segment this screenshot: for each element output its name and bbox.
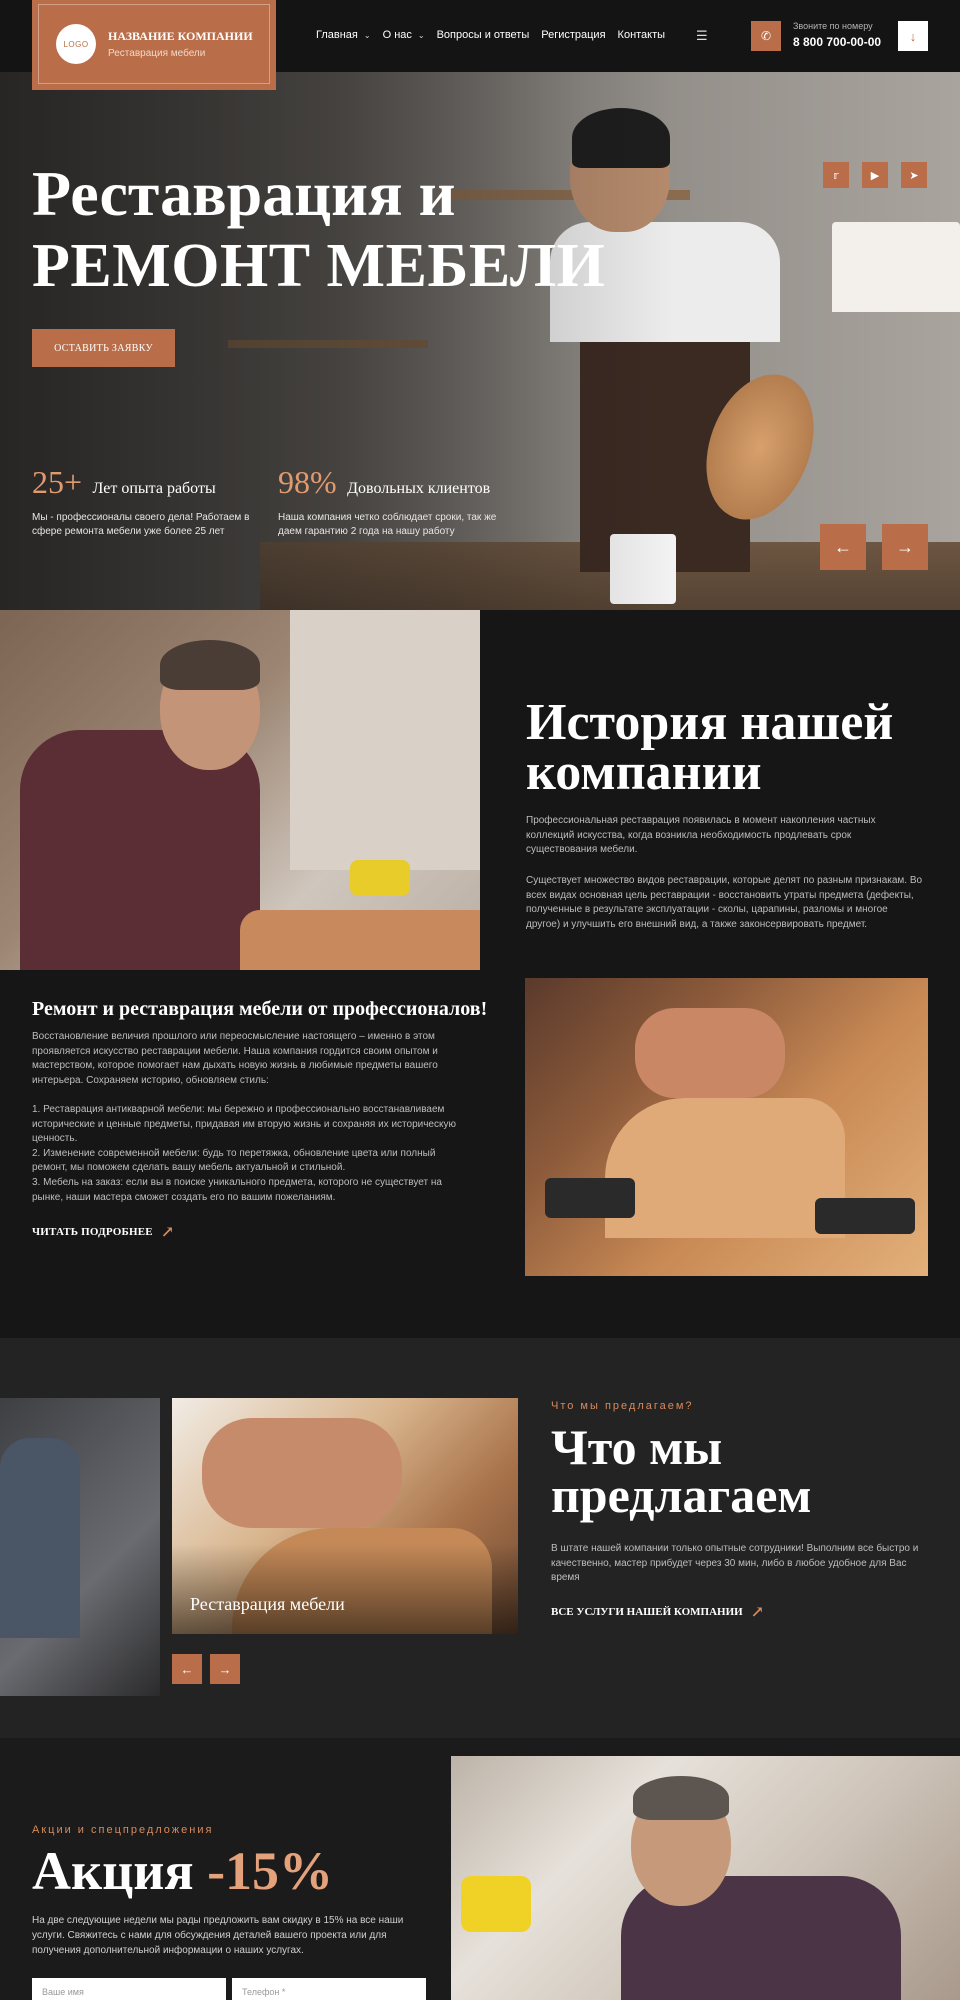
company-subtitle: Реставрация мебели <box>108 48 206 59</box>
hero-title: Реставрация и РЕМОНТ МЕБЕЛИ <box>32 158 605 302</box>
clamp-tool <box>815 1198 915 1234</box>
nav-item-about[interactable]: О нас ⌄ <box>383 29 425 41</box>
all-services-link[interactable]: ВСЕ УСЛУГИ НАШЕЙ КОМПАНИИ ↗ <box>551 1602 764 1622</box>
tool-board <box>290 610 480 870</box>
read-more-label: ЧИТАТЬ ПОДРОБНЕЕ <box>32 1226 153 1238</box>
phone-label: Звоните по номеру <box>793 21 873 31</box>
stat-label: Довольных клиентов <box>347 480 491 497</box>
services-eyebrow: Что мы предлагаем? <box>551 1400 694 1412</box>
clamp-tool <box>545 1178 635 1218</box>
nav-item-home[interactable]: Главная ⌄ <box>316 29 371 41</box>
stat-label: Лет опыта работы <box>92 480 216 497</box>
services-title: Что мы предлагаем <box>551 1419 812 1523</box>
promo-title-word: Акция <box>32 1841 194 1901</box>
stat-clients: 98% Довольных клиентов Наша компания чет… <box>278 464 508 539</box>
phone-icon[interactable]: ✆ <box>751 21 781 51</box>
hero-title-line2: РЕМОНТ МЕБЕЛИ <box>32 232 606 300</box>
services-prev-button[interactable]: ← <box>172 1654 202 1684</box>
smiling-craftsman-photo <box>451 1756 960 2000</box>
stat-description: Наша компания четко соблюдает сроки, так… <box>278 512 497 537</box>
service-card-overlay <box>172 1544 518 1634</box>
nav-label: Вопросы и ответы <box>436 29 530 41</box>
promo-title: Акция -15% <box>32 1840 333 1902</box>
promo-discount: -15% <box>207 1841 334 1901</box>
site-header: LOGO НАЗВАНИЕ КОМПАНИИ Реставрация мебел… <box>0 0 960 90</box>
services-description: В штате нашей компании только опытные со… <box>551 1543 919 1583</box>
name-field[interactable]: Ваше имя <box>32 1978 226 2000</box>
request-button[interactable]: ОСТАВИТЬ ЗАЯВКУ <box>32 329 175 367</box>
craftsman-hair <box>633 1776 729 1820</box>
history-section: История нашей компании Профессиональная … <box>0 610 960 1338</box>
power-tool <box>461 1876 531 1932</box>
phone-field[interactable]: Телефон * <box>232 1978 426 2000</box>
service-photo-figure <box>0 1438 80 1638</box>
service-card-label: Реставрация мебели <box>190 1594 345 1614</box>
nav-item-register[interactable]: Регистрация <box>541 29 605 41</box>
hands-with-plane <box>635 1008 785 1098</box>
history-title: История нашей компании <box>526 694 894 801</box>
section-body: Восстановление величия прошлого или пере… <box>32 1031 456 1203</box>
craftsman-photo <box>0 610 480 970</box>
nav-label: О нас <box>382 29 412 41</box>
promo-eyebrow: Акции и спецпредложения <box>32 1824 214 1836</box>
chevron-down-icon: ⌄ <box>363 30 371 40</box>
history-title-line2: компании <box>526 744 762 801</box>
power-tool <box>350 860 410 896</box>
services-section: Реставрация мебели ← → Что мы предлагаем… <box>0 1338 960 1738</box>
phone-number[interactable]: 8 800 700-00-00 <box>793 35 881 49</box>
wood-piece <box>240 910 480 970</box>
services-title-line1: Что мы <box>551 1419 723 1475</box>
hero-title-line1: Реставрация и <box>32 158 456 229</box>
slider-next-button[interactable]: → <box>882 524 928 570</box>
nav-label: Контакты <box>617 29 666 41</box>
read-more-link[interactable]: ЧИТАТЬ ПОДРОБНЕЕ ↗ <box>32 1222 174 1242</box>
logo-block[interactable]: LOGO НАЗВАНИЕ КОМПАНИИ Реставрация мебел… <box>32 0 276 90</box>
arrow-down-icon[interactable]: ↓ <box>898 21 928 51</box>
service-card-previous[interactable] <box>0 1398 160 1696</box>
nav-item-contacts[interactable]: Контакты <box>618 29 666 41</box>
nav-item-faq[interactable]: Вопросы и ответы <box>437 29 530 41</box>
history-title-line1: История нашей <box>526 694 894 751</box>
main-nav: Главная ⌄ О нас ⌄ Вопросы и ответы Регис… <box>316 29 665 41</box>
service-card[interactable]: Реставрация мебели <box>172 1398 518 1634</box>
promo-description: На две следующие недели мы рады предложи… <box>32 1915 404 1956</box>
section-subtitle: Ремонт и реставрация мебели от профессио… <box>32 998 488 1020</box>
logo-icon: LOGO <box>56 24 96 64</box>
promo-section: Акции и спецпредложения Акция -15% На дв… <box>0 1738 960 2000</box>
stat-description: Мы - профессионалы своего дела! Работаем… <box>32 512 250 537</box>
arrow-up-right-icon: ↗ <box>160 1224 175 1241</box>
slider-prev-button[interactable]: ← <box>820 524 866 570</box>
services-next-button[interactable]: → <box>210 1654 240 1684</box>
stat-number: 25+ <box>32 464 83 500</box>
curved-plank <box>605 1098 845 1238</box>
woodwork-photo <box>525 978 928 1276</box>
chevron-down-icon: ⌄ <box>417 30 425 40</box>
telegram-icon[interactable]: ➤ <box>901 162 927 188</box>
nav-label: Главная <box>316 29 358 41</box>
stat-experience: 25+ Лет опыта работы Мы - профессионалы … <box>32 464 262 539</box>
hero-section: Реставрация и РЕМОНТ МЕБЕЛИ ОСТАВИТЬ ЗАЯ… <box>0 72 960 640</box>
services-title-line2: предлагаем <box>551 1467 812 1523</box>
youtube-icon[interactable]: ▶ <box>862 162 888 188</box>
craftsman-hair <box>160 640 260 690</box>
history-paragraph-2: Существует множество видов реставрации, … <box>526 875 923 930</box>
stat-number: 98% <box>278 464 337 500</box>
all-services-label: ВСЕ УСЛУГИ НАШЕЙ КОМПАНИИ <box>551 1606 743 1618</box>
arrow-up-right-icon: ↗ <box>750 1604 765 1621</box>
twitter-icon[interactable]: 𝕣 <box>823 162 849 188</box>
nav-label: Регистрация <box>541 29 606 41</box>
history-paragraph-1: Профессиональная реставрация появилась в… <box>526 815 876 855</box>
service-photo-arm <box>202 1418 402 1528</box>
company-name: НАЗВАНИЕ КОМПАНИИ <box>108 29 253 43</box>
hamburger-menu-icon[interactable]: ☰ <box>696 28 708 44</box>
